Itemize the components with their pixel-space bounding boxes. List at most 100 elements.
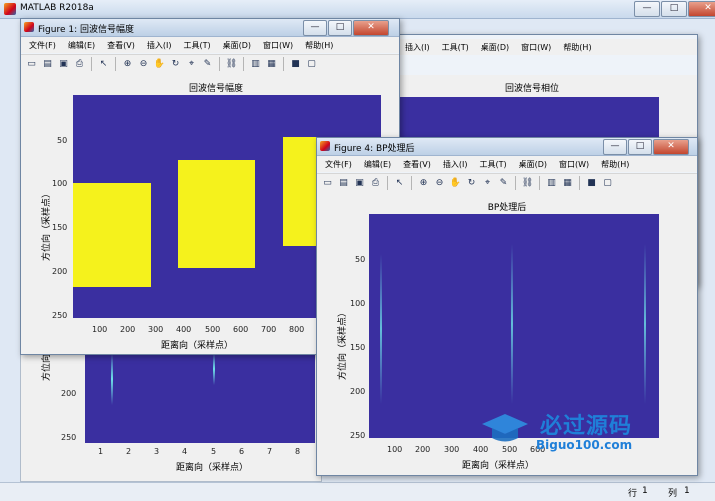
data-cursor-icon[interactable]: ⌖ (185, 58, 198, 71)
fig2-ytick-250: 250 (61, 433, 77, 442)
rotate-icon[interactable]: ↻ (169, 58, 182, 71)
status-col-value: 1 (684, 486, 690, 496)
fig4-brush-icon[interactable]: ✎ (497, 177, 510, 190)
fig2-menu-desktop[interactable]: 桌面(D) (481, 42, 509, 53)
legend-icon[interactable]: ▦ (265, 58, 278, 71)
fig4-menu-view[interactable]: 查看(V) (403, 159, 431, 170)
fig4-menu-file[interactable]: 文件(F) (325, 159, 352, 170)
zoom-out-icon[interactable]: ⊖ (137, 58, 150, 71)
fig1-xlabel: 距离向（采样点） (161, 341, 234, 351)
pan-icon[interactable]: ✋ (153, 58, 166, 71)
fig4-hide-plot-tools-icon[interactable]: ■ (585, 177, 598, 190)
fig2-ytick-200: 200 (61, 389, 77, 398)
figure-2-lower-area: 200 250 1 2 3 4 5 6 7 8 距离向（采样点） 方位向（采样点… (20, 309, 322, 482)
fig4-streak-2 (511, 244, 513, 404)
fig4-data-cursor-icon[interactable]: ⌖ (481, 177, 494, 190)
fig2-xtick-7: 7 (267, 447, 273, 456)
fig4-show-plot-tools-icon[interactable]: ▢ (601, 177, 614, 190)
fig1-logo-icon (24, 22, 34, 32)
pointer-icon[interactable]: ↖ (97, 58, 110, 71)
main-status-bar: 行 1 列 1 (0, 482, 715, 501)
fig4-new-figure-icon[interactable]: ▭ (321, 177, 334, 190)
fig1-xtick-200: 200 (120, 325, 136, 334)
fig4-menu-tools[interactable]: 工具(T) (479, 159, 506, 170)
fig4-logo-icon (320, 141, 330, 151)
fig1-axes-title: 回波信号幅度 (188, 84, 243, 94)
fig2-xtick-4: 4 (182, 447, 188, 456)
fig2-xtick-6: 6 (239, 447, 245, 456)
fig4-menu-insert[interactable]: 插入(I) (443, 159, 468, 170)
fig1-menu-help[interactable]: 帮助(H) (305, 40, 333, 51)
fig2-lower-plot (85, 353, 315, 443)
fig4-print-icon[interactable]: ⎙ (369, 177, 382, 190)
fig4-menu-window[interactable]: 窗口(W) (559, 159, 589, 170)
save-icon[interactable]: ▣ (57, 58, 70, 71)
fig4-pan-icon[interactable]: ✋ (449, 177, 462, 190)
fig2-xtick-3: 3 (154, 447, 160, 456)
fig1-menubar: 文件(F) 编辑(E) 查看(V) 插入(I) 工具(T) 桌面(D) 窗口(W… (21, 37, 399, 53)
fig1-ytick-250: 250 (52, 311, 68, 320)
zoom-in-icon[interactable]: ⊕ (121, 58, 134, 71)
fig4-maximize-button[interactable]: □ (628, 139, 652, 155)
graduation-cap-icon (480, 412, 530, 446)
fig2-menu-window[interactable]: 窗口(W) (521, 42, 551, 53)
main-maximize-button[interactable]: □ (661, 1, 687, 17)
fig4-rotate-icon[interactable]: ↻ (465, 177, 478, 190)
fig1-maximize-button[interactable]: □ (328, 20, 352, 36)
hide-plot-tools-icon[interactable]: ■ (289, 58, 302, 71)
fig4-streak-3 (644, 244, 646, 404)
fig4-open-file-icon[interactable]: ▤ (337, 177, 350, 190)
fig2-menu-help[interactable]: 帮助(H) (563, 42, 591, 53)
fig4-minimize-button[interactable]: — (603, 139, 627, 155)
fig1-menu-edit[interactable]: 编辑(E) (68, 40, 95, 51)
fig1-xtick-700: 700 (261, 325, 277, 334)
fig1-menu-insert[interactable]: 插入(I) (147, 40, 172, 51)
fig4-pointer-icon[interactable]: ↖ (393, 177, 406, 190)
matlab-logo-icon (4, 3, 16, 15)
fig4-colorbar-icon[interactable]: ▥ (545, 177, 558, 190)
fig2-menu-insert[interactable]: 插入(I) (405, 42, 430, 53)
fig4-axes-title: BP处理后 (487, 203, 527, 213)
fig4-menu-desktop[interactable]: 桌面(D) (519, 159, 547, 170)
fig4-xtick-100: 100 (387, 445, 403, 454)
fig1-menu-window[interactable]: 窗口(W) (263, 40, 293, 51)
main-titlebar: MATLAB R2018a — □ ✕ (0, 0, 715, 19)
new-figure-icon[interactable]: ▭ (25, 58, 38, 71)
fig1-titlebar: Figure 1: 回波信号幅度 — □ ✕ (21, 19, 399, 37)
fig4-xtick-200: 200 (415, 445, 431, 454)
fig2-xtick-2: 2 (126, 447, 132, 456)
fig1-menu-desktop[interactable]: 桌面(D) (223, 40, 251, 51)
fig1-minimize-button[interactable]: — (303, 20, 327, 36)
brush-icon[interactable]: ✎ (201, 58, 214, 71)
fig1-xtick-600: 600 (233, 325, 249, 334)
main-minimize-button[interactable]: — (634, 1, 660, 17)
fig4-save-icon[interactable]: ▣ (353, 177, 366, 190)
fig2-streak-2 (213, 353, 215, 385)
fig1-menu-view[interactable]: 查看(V) (107, 40, 135, 51)
open-file-icon[interactable]: ▤ (41, 58, 54, 71)
watermark-text-cn: 必过源码 (540, 414, 633, 439)
fig1-ytick-50: 50 (57, 136, 68, 145)
fig1-toolbar: ▭ ▤ ▣ ⎙ ↖ ⊕ ⊖ ✋ ↻ ⌖ ✎ ⛓ ▥ ▦ ■ ▢ (21, 54, 399, 74)
main-close-button[interactable]: ✕ (688, 1, 715, 17)
fig1-menu-tools[interactable]: 工具(T) (183, 40, 210, 51)
fig4-menu-help[interactable]: 帮助(H) (601, 159, 629, 170)
link-icon[interactable]: ⛓ (225, 58, 238, 71)
print-icon[interactable]: ⎙ (73, 58, 86, 71)
fig4-legend-icon[interactable]: ▦ (561, 177, 574, 190)
fig4-zoom-out-icon[interactable]: ⊖ (433, 177, 446, 190)
fig1-ytick-150: 150 (52, 223, 68, 232)
fig4-zoom-in-icon[interactable]: ⊕ (417, 177, 430, 190)
show-plot-tools-icon[interactable]: ▢ (305, 58, 318, 71)
status-col-label: 列 (668, 489, 678, 499)
fig4-menubar: 文件(F) 编辑(E) 查看(V) 插入(I) 工具(T) 桌面(D) 窗口(W… (317, 156, 697, 172)
fig2-menu-tools[interactable]: 工具(T) (442, 42, 469, 53)
fig1-xtick-300: 300 (148, 325, 164, 334)
fig4-close-button[interactable]: ✕ (653, 139, 689, 155)
fig1-close-button[interactable]: ✕ (353, 20, 389, 36)
fig4-menu-edit[interactable]: 编辑(E) (364, 159, 391, 170)
fig4-link-icon[interactable]: ⛓ (521, 177, 534, 190)
status-row-label: 行 (628, 489, 638, 499)
colorbar-icon[interactable]: ▥ (249, 58, 262, 71)
fig1-menu-file[interactable]: 文件(F) (29, 40, 56, 51)
